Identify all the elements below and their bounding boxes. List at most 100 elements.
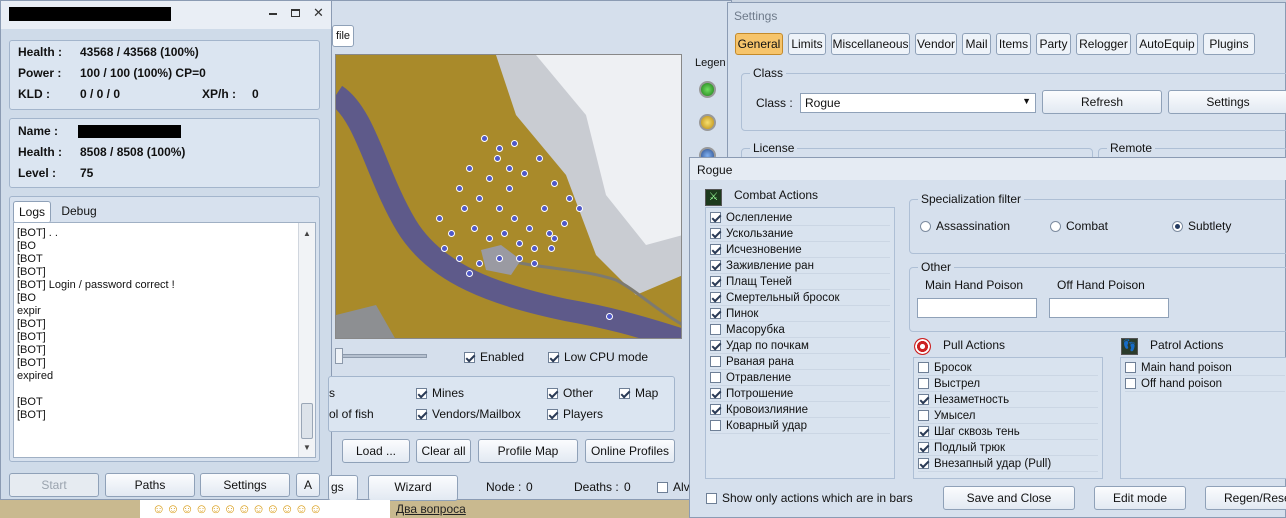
log-textarea[interactable]: [BOT] . . [BO [BOT [BOT] [BOT] Login / passw… — [13, 222, 316, 458]
checkbox[interactable] — [1125, 378, 1136, 390]
save-close-button[interactable]: Save and Close — [943, 486, 1075, 510]
scroll-down-icon[interactable]: ▼ — [303, 443, 311, 452]
class-select[interactable]: Rogue ▼ — [800, 93, 1036, 113]
map-node-marker[interactable] — [551, 180, 558, 187]
combat-action-item[interactable]: Рваная рана — [710, 354, 890, 370]
edit-mode-button[interactable]: Edit mode — [1094, 486, 1186, 510]
scroll-thumb[interactable] — [301, 403, 313, 439]
map-node-marker[interactable] — [576, 205, 583, 212]
checkbox[interactable] — [710, 372, 721, 384]
patrol-action-item[interactable]: Off hand poison — [1125, 376, 1285, 392]
combat-action-item[interactable]: Ослепление — [710, 210, 890, 226]
checkbox[interactable] — [710, 244, 721, 256]
minimize-icon[interactable] — [269, 13, 277, 15]
zoom-slider-thumb[interactable] — [335, 348, 343, 364]
al-checkbox[interactable]: Alv — [657, 480, 690, 494]
settings-tab-mail[interactable]: Mail — [962, 33, 991, 55]
tab-profile[interactable]: file — [332, 25, 354, 47]
checkbox[interactable] — [1125, 362, 1136, 374]
map-node-marker[interactable] — [471, 225, 478, 232]
map-node-marker[interactable] — [486, 235, 493, 242]
wizard-button[interactable]: Wizard — [368, 475, 458, 501]
profile-map-button[interactable]: Profile Map — [478, 439, 578, 463]
checkbox[interactable] — [710, 292, 721, 304]
map-node-marker[interactable] — [436, 215, 443, 222]
load-button[interactable]: Load ... — [342, 439, 410, 463]
map-node-marker[interactable] — [531, 245, 538, 252]
settings-tab-party[interactable]: Party — [1036, 33, 1071, 55]
map-node-marker[interactable] — [494, 155, 501, 162]
combat-action-item[interactable]: Плащ Теней — [710, 274, 890, 290]
map-node-marker[interactable] — [521, 170, 528, 177]
pull-action-item[interactable]: Подлый трюк — [918, 440, 1098, 456]
map-node-marker[interactable] — [548, 245, 555, 252]
combat-action-item[interactable]: Смертельный бросок — [710, 290, 890, 306]
map-node-marker[interactable] — [466, 270, 473, 277]
combat-action-item[interactable]: Пинок — [710, 306, 890, 322]
map-node-marker[interactable] — [481, 135, 488, 142]
map-node-marker[interactable] — [506, 165, 513, 172]
patrol-action-item[interactable]: Main hand poison — [1125, 360, 1285, 376]
vendors-checkbox[interactable]: Vendors/Mailbox — [416, 407, 521, 421]
mines-checkbox[interactable]: Mines — [416, 386, 464, 400]
settings-tab-items[interactable]: Items — [996, 33, 1031, 55]
checkbox[interactable] — [710, 388, 721, 400]
spec-radio-combat[interactable]: Combat — [1050, 219, 1108, 233]
combat-action-item[interactable]: Коварный удар — [710, 418, 890, 434]
checkbox[interactable] — [918, 394, 929, 406]
off-hand-poison-input[interactable] — [1049, 298, 1169, 318]
spec-radio-assassination[interactable]: Assassination — [920, 219, 1010, 233]
map-node-marker[interactable] — [566, 195, 573, 202]
checkbox[interactable] — [710, 228, 721, 240]
map-node-marker[interactable] — [511, 215, 518, 222]
pull-action-item[interactable]: Шаг сквозь тень — [918, 424, 1098, 440]
log-scrollbar[interactable]: ▲ ▼ — [298, 223, 315, 457]
map-node-marker[interactable] — [496, 255, 503, 262]
show-only-checkbox[interactable]: Show only actions which are in bars — [706, 491, 913, 505]
regen-reset-button[interactable]: Regen/Reset — [1205, 486, 1286, 510]
settings-tab-plugins[interactable]: Plugins — [1203, 33, 1255, 55]
chevron-down-icon[interactable]: ▼ — [1022, 96, 1031, 106]
pull-action-item[interactable]: Выстрел — [918, 376, 1098, 392]
start-button[interactable]: Start — [9, 473, 99, 497]
checkbox[interactable] — [918, 426, 929, 438]
map-node-marker[interactable] — [551, 235, 558, 242]
map-node-marker[interactable] — [476, 195, 483, 202]
clear-all-button[interactable]: Clear all — [416, 439, 471, 463]
settings-tab-autoequip[interactable]: AutoEquip — [1136, 33, 1198, 55]
pull-action-item[interactable]: Бросок — [918, 360, 1098, 376]
refresh-button[interactable]: Refresh — [1042, 90, 1162, 114]
tab-debug[interactable]: Debug — [54, 201, 104, 223]
checkbox[interactable] — [918, 458, 929, 470]
map-node-marker[interactable] — [536, 155, 543, 162]
zoom-slider[interactable] — [335, 354, 427, 358]
checkbox[interactable] — [918, 442, 929, 454]
main-hand-poison-input[interactable] — [917, 298, 1037, 318]
map-node-marker[interactable] — [456, 185, 463, 192]
map-node-marker[interactable] — [561, 220, 568, 227]
settings-tab-relogger[interactable]: Relogger — [1076, 33, 1131, 55]
map-node-marker[interactable] — [456, 255, 463, 262]
enabled-checkbox[interactable]: Enabled — [464, 350, 524, 364]
checkbox[interactable] — [918, 410, 929, 422]
checkbox[interactable] — [710, 260, 721, 272]
gs-button[interactable]: gs — [328, 475, 358, 501]
restore-icon[interactable] — [291, 9, 300, 17]
settings-tab-limits[interactable]: Limits — [788, 33, 826, 55]
checkbox[interactable] — [710, 356, 721, 368]
low-cpu-checkbox[interactable]: Low CPU mode — [548, 350, 648, 364]
settings-tab-general[interactable]: General — [735, 33, 783, 55]
map-node-marker[interactable] — [466, 165, 473, 172]
map-node-marker[interactable] — [541, 205, 548, 212]
pull-action-item[interactable]: Незаметность — [918, 392, 1098, 408]
players-checkbox[interactable]: Players — [547, 407, 603, 421]
map-node-marker[interactable] — [476, 260, 483, 267]
map-node-marker[interactable] — [441, 245, 448, 252]
checkbox[interactable] — [710, 212, 721, 224]
checkbox[interactable] — [710, 324, 721, 336]
settings-tab-vendor[interactable]: Vendor — [915, 33, 957, 55]
tab-logs[interactable]: Logs — [13, 201, 51, 223]
map-node-marker[interactable] — [531, 260, 538, 267]
map-node-marker[interactable] — [516, 255, 523, 262]
map-node-marker[interactable] — [516, 240, 523, 247]
